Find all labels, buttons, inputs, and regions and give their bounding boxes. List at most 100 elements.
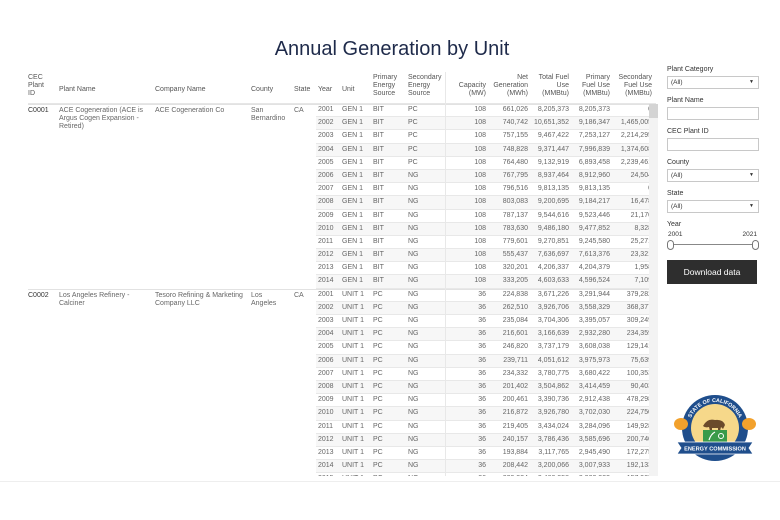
table-row[interactable]: 2004 UNIT 1 PC NG 36 216,601 3,166,639 2,932,28… — [316, 328, 658, 342]
table-row[interactable]: 2007 UNIT 1 PC NG 36 234,332 3,780,775 3,680,42… — [316, 368, 658, 381]
header-total-fuel[interactable]: Total Fuel Use (MMBtu) — [530, 74, 569, 98]
year-range-slider[interactable] — [667, 240, 759, 250]
table-row[interactable]: 2011 GEN 1 BIT NG 108 779,601 9,270,851 9,245,5… — [316, 236, 658, 250]
cell-year: 2015 — [318, 473, 340, 476]
header-capacity[interactable]: Capacity (MW) — [448, 82, 486, 98]
cell-unit: GEN 1 — [342, 211, 364, 219]
table-row[interactable]: 2013 UNIT 1 PC NG 36 193,884 3,117,765 2,945,49… — [316, 447, 658, 461]
cell-capacity: 108 — [474, 211, 486, 219]
cell-year: 2005 — [318, 158, 334, 166]
cell-secondary-fuel: 172,275 — [626, 448, 652, 456]
cell-year: 2007 — [318, 369, 334, 377]
header-secondary-fuel[interactable]: Secondary Fuel Use (MMBtu) — [612, 74, 652, 98]
cell-total-fuel: 3,704,306 — [537, 317, 569, 324]
table-row[interactable]: 2013 GEN 1 BIT NG 108 320,201 4,206,337 4,204,3… — [316, 262, 658, 276]
cell-secondary-fuel: 129,141 — [626, 343, 652, 351]
cell-secondary-source: PC — [408, 145, 418, 153]
table-row[interactable]: 2003 UNIT 1 PC NG 36 235,084 3,704,306 3,395,05… — [316, 315, 658, 329]
header-plant-name[interactable]: Plant Name — [59, 86, 154, 94]
cell-net-gen: 333,205 — [502, 277, 528, 285]
header-primary-fuel[interactable]: Primary Fuel Use (MMBtu) — [571, 74, 610, 98]
page-title: Annual Generation by Unit — [274, 38, 510, 60]
cell-secondary-source: PC — [408, 158, 418, 166]
cell-total-fuel: 3,200,066 — [537, 462, 569, 470]
cell-line: Bernardino — [251, 115, 286, 122]
cell-line: Angeles — [251, 299, 277, 307]
table-row[interactable]: 2006 GEN 1 BIT NG 108 767,795 8,937,464 8,912,9… — [316, 169, 658, 184]
county-select[interactable]: (All) ▼ — [667, 169, 759, 182]
cell-line: Los Angeles Refinery - — [59, 291, 130, 299]
header-secondary-source[interactable]: Secondary Energy Source — [408, 74, 444, 98]
table-row[interactable]: 2005 GEN 1 BIT PC 108 764,480 9,132,919 6,893,4… — [316, 157, 658, 170]
table-row[interactable]: 2005 UNIT 1 PC NG 36 246,820 3,737,179 3,608,03… — [316, 341, 658, 355]
table-row[interactable]: 2012 UNIT 1 PC NG 36 240,157 3,786,436 3,585,69… — [316, 433, 658, 447]
table-row[interactable]: 2006 UNIT 1 PC NG 36 239,711 4,051,612 3,975,97… — [316, 354, 658, 368]
cell-net-gen: 208,442 — [502, 462, 528, 470]
cell-unit: GEN 1 — [342, 224, 364, 232]
cell-capacity: 36 — [478, 369, 486, 377]
plant-category-select[interactable]: (All) ▼ — [667, 76, 759, 89]
cell-primary-fuel: 8,205,373 — [578, 106, 610, 113]
header-year[interactable]: Year — [318, 86, 340, 94]
table-row[interactable]: 2012 GEN 1 BIT NG 108 555,437 7,636,697 7,613,3… — [316, 249, 658, 263]
slider-max-handle[interactable] — [752, 240, 759, 250]
table-row[interactable]: 2008 GEN 1 BIT NG 108 803,083 9,200,695 9,184,2… — [316, 196, 658, 210]
cell-primary-fuel: 2,945,490 — [578, 448, 610, 456]
table-row[interactable]: 2002 GEN 1 BIT PC 108 740,742 10,651,352 9,186,… — [316, 117, 658, 131]
table-row[interactable]: 2014 UNIT 1 PC NG 36 208,442 3,200,066 3,007,93… — [316, 460, 658, 474]
table-row[interactable]: 2003 GEN 1 BIT PC 108 757,155 9,467,422 7,253,1… — [316, 130, 658, 144]
table-row[interactable]: 2014 GEN 1 BIT NG 108 333,205 4,603,633 4,596,5… — [316, 275, 658, 289]
header-state[interactable]: State — [294, 86, 314, 94]
cec-plant-id-input[interactable] — [667, 138, 759, 151]
cell-secondary-fuel: 192,133 — [626, 462, 652, 470]
table-row[interactable]: 2009 GEN 1 BIT NG 108 787,137 9,544,616 9,523,4… — [316, 210, 658, 223]
table-row[interactable]: 2007 GEN 1 BIT NG 108 796,516 9,813,135 9,813,1… — [316, 183, 658, 197]
table-row[interactable]: 2010 GEN 1 BIT NG 108 783,630 9,486,180 9,477,8… — [316, 222, 658, 236]
cell-secondary-fuel: 224,750 — [626, 409, 652, 417]
table-row[interactable]: 2011 UNIT 1 PC NG 36 219,405 3,434,024 3,284,09… — [316, 421, 658, 434]
plant-name-input[interactable] — [667, 107, 759, 120]
table-row[interactable]: 2001 UNIT 1 PC NG 36 224,838 3,671,226 3,291,94… — [316, 289, 658, 302]
table-row[interactable]: 2002 UNIT 1 PC NG 36 262,510 3,926,706 3,558,32… — [316, 301, 658, 315]
header-line: Energy — [373, 82, 396, 89]
table-scrollbar[interactable] — [649, 104, 658, 476]
download-data-button[interactable]: Download data — [667, 260, 757, 284]
cell-secondary-source: NG — [408, 185, 419, 193]
table-row[interactable]: 2010 UNIT 1 PC NG 36 216,872 3,926,780 3,702,03… — [316, 407, 658, 421]
cell-unit: UNIT 1 — [342, 356, 365, 364]
cell-total-fuel: 9,371,447 — [537, 145, 569, 153]
group-plant-name: Los Angeles Refinery - Calciner — [59, 292, 154, 308]
state-select[interactable]: (All) ▼ — [667, 200, 759, 213]
cell-line: San — [251, 107, 264, 114]
cell-secondary-source: NG — [408, 473, 444, 476]
cell-secondary-fuel: 90,403 — [630, 382, 652, 390]
cell-net-gen: 216,872 — [502, 409, 528, 417]
header-primary-source[interactable]: Primary Energy Source — [373, 74, 407, 98]
slider-min-handle[interactable] — [667, 240, 674, 250]
cell-year: 2012 — [318, 435, 334, 443]
header-plant-id[interactable]: CEC Plant ID — [28, 74, 56, 98]
header-county[interactable]: County — [251, 86, 291, 94]
cell-year: 2014 — [318, 462, 334, 470]
cell-unit: GEN 1 — [342, 198, 364, 206]
header-net-gen[interactable]: Net Generation (MWh) — [488, 74, 528, 98]
cell-total-fuel: 4,603,633 — [537, 277, 569, 285]
cell-year: 2011 — [318, 422, 334, 430]
table-row[interactable]: 2008 UNIT 1 PC NG 36 201,402 3,504,862 3,414,45… — [316, 380, 658, 395]
scrollbar-thumb[interactable] — [649, 104, 658, 118]
header-unit[interactable]: Unit — [342, 86, 370, 94]
table-row[interactable]: 2009 UNIT 1 PC NG 36 200,461 3,390,736 2,912,43… — [316, 394, 658, 408]
table-row[interactable]: 2004 GEN 1 BIT PC 108 748,828 9,371,447 7,996,8… — [316, 143, 658, 157]
cell-secondary-fuel: 1,465,005 — [620, 119, 652, 127]
cell-primary-source: PC — [373, 473, 407, 476]
header-line: (MMBtu) — [583, 90, 610, 97]
table-row[interactable]: 2015UNIT 1PCNG 36229,3343,480,2583,322,33… — [316, 473, 658, 476]
cell-secondary-source: NG — [408, 224, 419, 232]
cell-secondary-fuel: 309,249 — [626, 317, 652, 324]
cell-secondary-source: NG — [408, 462, 419, 470]
header-company[interactable]: Company Name — [155, 86, 250, 94]
table-row[interactable]: 2001 GEN 1 BIT PC 108 661,026 8,205,373 8,205,3… — [316, 104, 658, 118]
cell-primary-fuel: 9,523,446 — [578, 211, 610, 219]
cell-capacity: 108 — [474, 198, 486, 206]
cell-total-fuel: 9,544,616 — [537, 211, 569, 219]
